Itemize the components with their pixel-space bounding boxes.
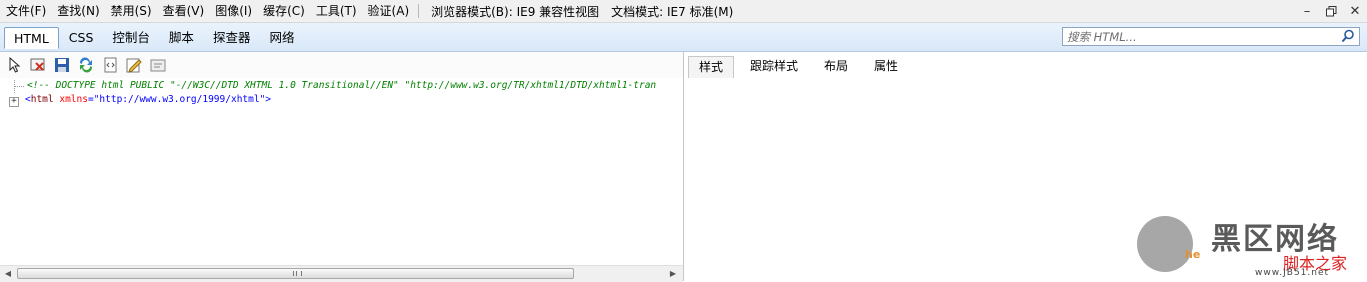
menu-separator [418, 4, 420, 18]
save-icon[interactable] [54, 57, 70, 73]
tree-connector [14, 86, 24, 87]
menu-tools[interactable]: 工具(T) [310, 0, 362, 22]
tab-console[interactable]: 控制台 [103, 27, 159, 48]
doctype-comment: <!-- DOCTYPE html PUBLIC "-//W3C//DTD XH… [27, 80, 657, 91]
scrollbar-grip [293, 271, 302, 276]
tab-script[interactable]: 脚本 [160, 27, 203, 48]
menu-file[interactable]: 文件(F) [0, 0, 51, 22]
devtools-tab-bar: HTML CSS 控制台 脚本 探查器 网络 [0, 23, 1367, 52]
menu-view[interactable]: 查看(V) [157, 0, 210, 22]
dom-source-icon[interactable] [150, 57, 166, 73]
tab-html[interactable]: HTML [4, 27, 59, 49]
menu-disable[interactable]: 禁用(S) [105, 0, 157, 22]
menu-bar: 文件(F) 查找(N) 禁用(S) 查看(V) 图像(I) 缓存(C) 工具(T… [0, 0, 1367, 23]
search-input[interactable] [1063, 28, 1341, 45]
html-tree-pane: <!-- DOCTYPE html PUBLIC "-//W3C//DTD XH… [0, 52, 684, 282]
tag-name: html [30, 94, 54, 105]
watermark-url: www.JB51.net [1255, 268, 1330, 278]
tab-css[interactable]: CSS [60, 27, 103, 48]
expand-icon[interactable]: + [9, 97, 19, 107]
clear-outline-icon[interactable] [30, 57, 46, 73]
word-wrap-icon[interactable] [103, 57, 119, 73]
restore-icon[interactable] [1319, 0, 1343, 22]
tab-profiler[interactable]: 探查器 [204, 27, 260, 48]
minimize-icon[interactable]: – [1295, 0, 1319, 22]
close-icon[interactable]: ✕ [1343, 0, 1367, 22]
window-controls: – ✕ [1295, 0, 1367, 22]
attribute-value: "http://www.w3.org/1999/xhtml" [93, 94, 266, 105]
scrollbar-thumb[interactable] [17, 268, 574, 279]
watermark-partial: he [1185, 248, 1201, 261]
browser-mode-menu[interactable]: 浏览器模式(B): IE9 兼容性视图 [425, 3, 605, 20]
watermark-logo-icon [1137, 216, 1193, 272]
document-mode-menu[interactable]: 文档模式: IE7 标准(M) [605, 3, 739, 20]
tab-attributes[interactable]: 属性 [864, 56, 908, 77]
scroll-right-icon[interactable]: ▶ [668, 269, 678, 279]
menu-find[interactable]: 查找(N) [51, 0, 104, 22]
search-icon[interactable] [1341, 29, 1355, 43]
tag-bracket: > [265, 94, 272, 105]
refresh-icon[interactable] [78, 57, 94, 73]
html-toolbar [0, 52, 683, 78]
tab-style[interactable]: 样式 [688, 56, 735, 78]
site-watermark: 黑区网络 he 脚本之家 www.JB51.net [1137, 214, 1367, 281]
menu-validate[interactable]: 验证(A) [362, 0, 415, 22]
menu-cache[interactable]: 缓存(C) [257, 0, 310, 22]
tab-trace-styles[interactable]: 跟踪样式 [740, 56, 808, 77]
html-element: <html xmlns="http://www.w3.org/1999/xhtm… [25, 94, 271, 105]
scroll-left-icon[interactable]: ◀ [3, 269, 13, 279]
horizontal-scrollbar[interactable]: ◀ ▶ [0, 265, 683, 282]
search-html-box [1062, 27, 1360, 46]
attribute-name: xmlns [59, 94, 88, 105]
menu-images[interactable]: 图像(I) [209, 0, 257, 22]
edit-icon[interactable] [126, 57, 142, 73]
tab-network[interactable]: 网络 [260, 27, 303, 48]
select-element-icon[interactable] [7, 56, 23, 73]
tab-layout[interactable]: 布局 [814, 56, 858, 77]
